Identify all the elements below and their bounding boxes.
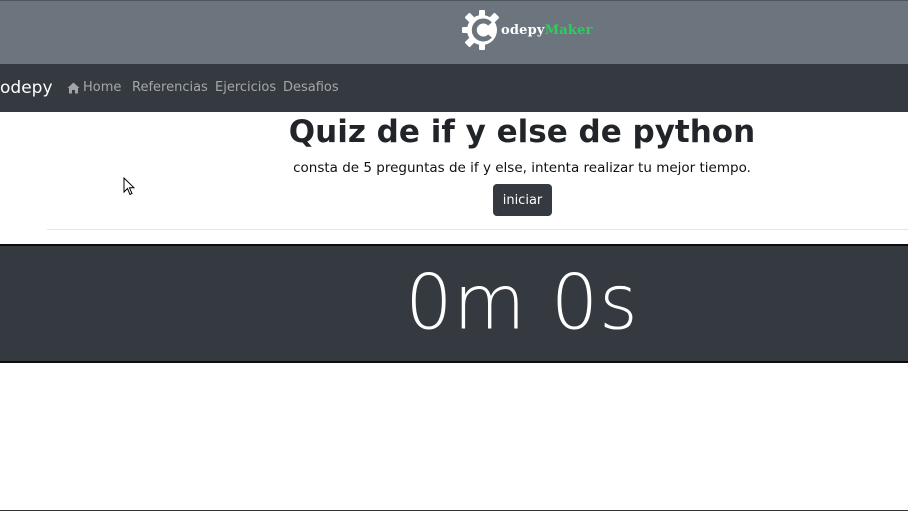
gear-c-icon bbox=[462, 10, 500, 50]
bottom-divider bbox=[0, 510, 908, 511]
divider bbox=[47, 229, 908, 230]
nav-home-link[interactable]: Home bbox=[67, 80, 121, 95]
navbar-brand[interactable]: odepy bbox=[0, 78, 53, 98]
nav-referencias-link[interactable]: Referencias bbox=[132, 80, 208, 95]
main-navbar: odepy Home Referencias Ejercicios Desafi… bbox=[0, 64, 908, 112]
timer-panel: 0m 0s bbox=[0, 244, 908, 363]
logo-text-accent: Maker bbox=[544, 22, 593, 38]
top-banner: odepy Maker bbox=[0, 0, 908, 64]
quiz-title: Quiz de if y else de python bbox=[288, 114, 756, 150]
codepymaker-logo[interactable]: odepy Maker bbox=[461, 9, 593, 51]
timer-display: 0m 0s bbox=[405, 259, 639, 347]
home-icon bbox=[67, 82, 80, 93]
quiz-subtitle: consta de 5 preguntas de if y else, inte… bbox=[293, 160, 751, 176]
nav-home-label: Home bbox=[83, 80, 122, 95]
nav-ejercicios-link[interactable]: Ejercicios bbox=[215, 80, 276, 95]
nav-desafios-link[interactable]: Desafios bbox=[283, 80, 339, 95]
start-button[interactable]: iniciar bbox=[493, 184, 552, 216]
logo-text: odepy bbox=[501, 22, 545, 38]
mouse-cursor-icon bbox=[123, 177, 135, 196]
